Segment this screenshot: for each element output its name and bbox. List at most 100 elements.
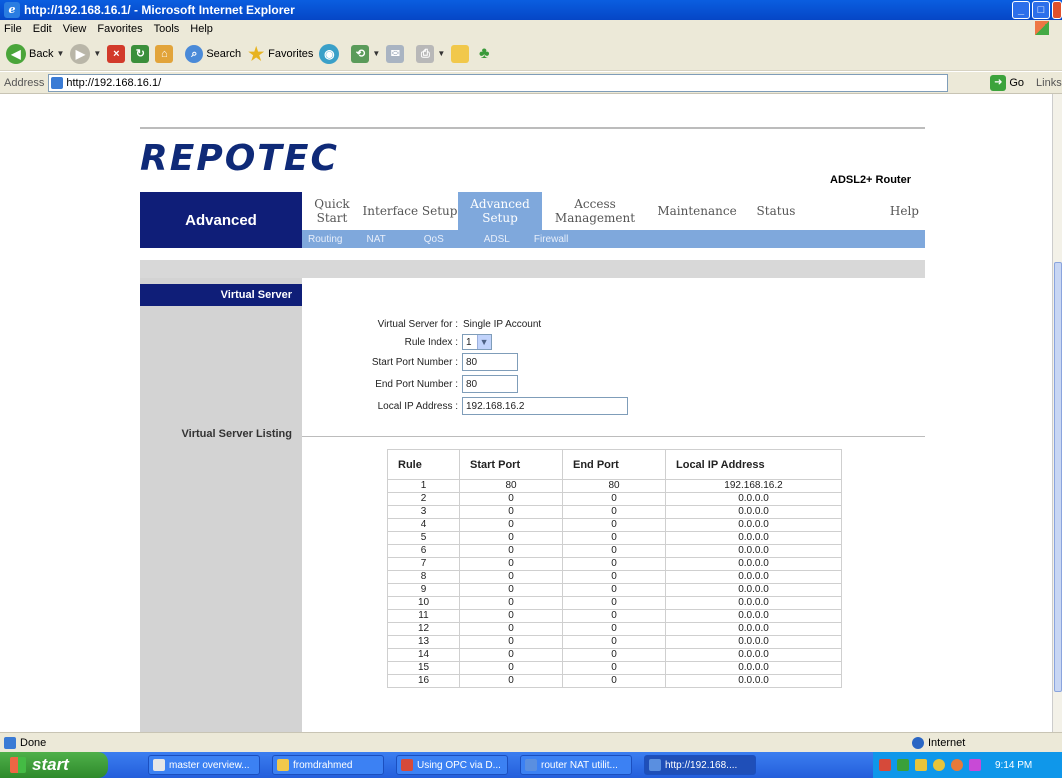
close-button[interactable] bbox=[1052, 1, 1062, 19]
listing-divider bbox=[302, 436, 925, 437]
menu-view[interactable]: View bbox=[63, 23, 87, 35]
refresh-button[interactable]: ↻ bbox=[131, 44, 150, 63]
cell-rule: 3 bbox=[387, 505, 460, 519]
tab-advanced-setup[interactable]: Advanced Setup bbox=[458, 192, 542, 230]
chevron-down-icon: ▼ bbox=[476, 335, 491, 349]
forward-button[interactable]: ▶ ▼ bbox=[70, 43, 101, 64]
back-button[interactable]: ◀ Back ▼ bbox=[6, 43, 64, 64]
mail-icon: ✉ bbox=[386, 44, 405, 63]
product-name: ADSL2+ Router bbox=[830, 174, 911, 186]
ie-page-icon bbox=[649, 759, 661, 771]
task-master-overview[interactable]: master overview... bbox=[148, 755, 260, 775]
table-row: 9 0 0 0.0.0.0 bbox=[387, 583, 842, 597]
cell-end-port: 0 bbox=[562, 635, 666, 649]
maximize-button[interactable]: □ bbox=[1032, 1, 1050, 19]
start-button[interactable]: start bbox=[0, 752, 108, 778]
menu-favorites[interactable]: Favorites bbox=[97, 23, 142, 35]
tab-maintenance[interactable]: Maintenance bbox=[648, 192, 746, 230]
content-header-bar bbox=[140, 260, 925, 278]
address-input[interactable]: http://192.168.16.1/ bbox=[48, 73, 949, 92]
row-start-port: Start Port Number : 80 bbox=[302, 352, 518, 372]
status-text: Done bbox=[20, 736, 47, 749]
subtab-nat[interactable]: NAT bbox=[366, 234, 385, 245]
menu-file[interactable]: File bbox=[4, 23, 22, 35]
virtual-server-table: Rule Start Port End Port Local IP Addres… bbox=[387, 449, 842, 688]
tray-icon[interactable] bbox=[915, 759, 927, 771]
history-icon: ⟲ bbox=[351, 44, 370, 63]
subtab-firewall[interactable]: Firewall bbox=[534, 234, 568, 245]
task-router-nat[interactable]: router NAT utilit... bbox=[520, 755, 632, 775]
task-using-opc[interactable]: Using OPC via D... bbox=[396, 755, 508, 775]
task-fromdrahmed[interactable]: fromdrahmed bbox=[272, 755, 384, 775]
cell-start-port: 0 bbox=[459, 557, 563, 571]
menu-edit[interactable]: Edit bbox=[33, 23, 52, 35]
cell-rule: 15 bbox=[387, 661, 460, 675]
messenger-button[interactable]: ♣ bbox=[475, 45, 493, 63]
menu-help[interactable]: Help bbox=[190, 23, 213, 35]
sidebar-virtual-server: Virtual Server bbox=[140, 284, 302, 306]
rule-index-select[interactable]: 1 ▼ bbox=[462, 334, 492, 350]
search-button[interactable]: ⌕ Search bbox=[185, 44, 241, 63]
menu-tools[interactable]: Tools bbox=[154, 23, 180, 35]
vertical-scrollbar[interactable] bbox=[1052, 94, 1062, 732]
tray-icon[interactable] bbox=[897, 759, 909, 771]
print-icon: ⎙ bbox=[416, 44, 435, 63]
favorites-button[interactable]: ★ Favorites bbox=[247, 45, 313, 63]
tab-quick-start[interactable]: Quick Start bbox=[302, 192, 362, 230]
print-button[interactable]: ⎙ ▼ bbox=[416, 44, 445, 63]
cell-end-port: 0 bbox=[562, 505, 666, 519]
go-arrow-icon: ➜ bbox=[990, 74, 1007, 91]
cell-end-port: 0 bbox=[562, 648, 666, 662]
col-end-port: End Port bbox=[562, 449, 666, 480]
start-port-label: Start Port Number : bbox=[371, 356, 458, 368]
subtab-adsl[interactable]: ADSL bbox=[484, 234, 510, 245]
taskbar: start master overview... fromdrahmed Usi… bbox=[0, 752, 1062, 778]
toolbar: ◀ Back ▼ ▶ ▼ × ↻ ⌂ ⌕ Search ★ Favorites … bbox=[0, 37, 1062, 71]
scrollbar-thumb[interactable] bbox=[1054, 262, 1062, 692]
tray-icon[interactable] bbox=[933, 759, 945, 771]
table-row: 7 0 0 0.0.0.0 bbox=[387, 557, 842, 571]
home-button[interactable]: ⌂ bbox=[155, 44, 174, 63]
tray-icon[interactable] bbox=[969, 759, 981, 771]
folder-button[interactable] bbox=[451, 44, 470, 63]
windows-flag-icon bbox=[10, 757, 26, 773]
star-icon: ★ bbox=[248, 43, 265, 64]
print-dropdown-icon[interactable]: ▼ bbox=[437, 49, 445, 58]
tab-access-management[interactable]: Access Management bbox=[542, 192, 648, 230]
end-port-input[interactable]: 80 bbox=[462, 375, 518, 393]
subtab-qos[interactable]: QoS bbox=[424, 234, 444, 245]
document-icon bbox=[153, 759, 165, 771]
pdf-icon bbox=[401, 759, 413, 771]
cell-local-ip: 0.0.0.0 bbox=[665, 635, 842, 649]
page-done-icon bbox=[4, 736, 16, 749]
title-bar[interactable]: e http://192.168.16.1/ - Microsoft Inter… bbox=[0, 0, 1062, 20]
windows-logo-icon bbox=[1035, 21, 1049, 35]
task-http-192[interactable]: http://192.168.... bbox=[644, 755, 756, 775]
cell-end-port: 0 bbox=[562, 583, 666, 597]
history-dropdown-icon[interactable]: ▼ bbox=[372, 49, 380, 58]
folder-icon bbox=[451, 44, 470, 63]
tab-interface-setup[interactable]: Interface Setup bbox=[362, 192, 458, 230]
cell-rule: 12 bbox=[387, 622, 460, 636]
history-button[interactable]: ⟲ ▼ bbox=[351, 44, 380, 63]
media-button[interactable]: ◉ bbox=[319, 43, 340, 64]
start-port-input[interactable]: 80 bbox=[462, 353, 518, 371]
tab-status[interactable]: Status bbox=[746, 192, 806, 230]
go-button[interactable]: ➜ Go bbox=[990, 74, 1024, 91]
forward-dropdown-icon[interactable]: ▼ bbox=[93, 49, 101, 58]
links-button[interactable]: Links bbox=[1036, 77, 1062, 89]
tray-icon[interactable] bbox=[951, 759, 963, 771]
window-title: http://192.168.16.1/ - Microsoft Interne… bbox=[24, 3, 295, 17]
stop-button[interactable]: × bbox=[107, 44, 126, 63]
back-dropdown-icon[interactable]: ▼ bbox=[56, 49, 64, 58]
tab-help[interactable]: Help bbox=[806, 192, 925, 230]
cell-start-port: 0 bbox=[459, 674, 563, 688]
ie-page-icon bbox=[525, 759, 537, 771]
mail-button[interactable]: ✉ bbox=[386, 44, 405, 63]
tray-icon[interactable] bbox=[879, 759, 891, 771]
subtab-routing[interactable]: Routing bbox=[308, 234, 342, 245]
status-bar: Done Internet bbox=[0, 732, 1062, 752]
minimize-button[interactable]: _ bbox=[1012, 1, 1030, 19]
cell-local-ip: 0.0.0.0 bbox=[665, 596, 842, 610]
local-ip-input[interactable]: 192.168.16.2 bbox=[462, 397, 628, 415]
